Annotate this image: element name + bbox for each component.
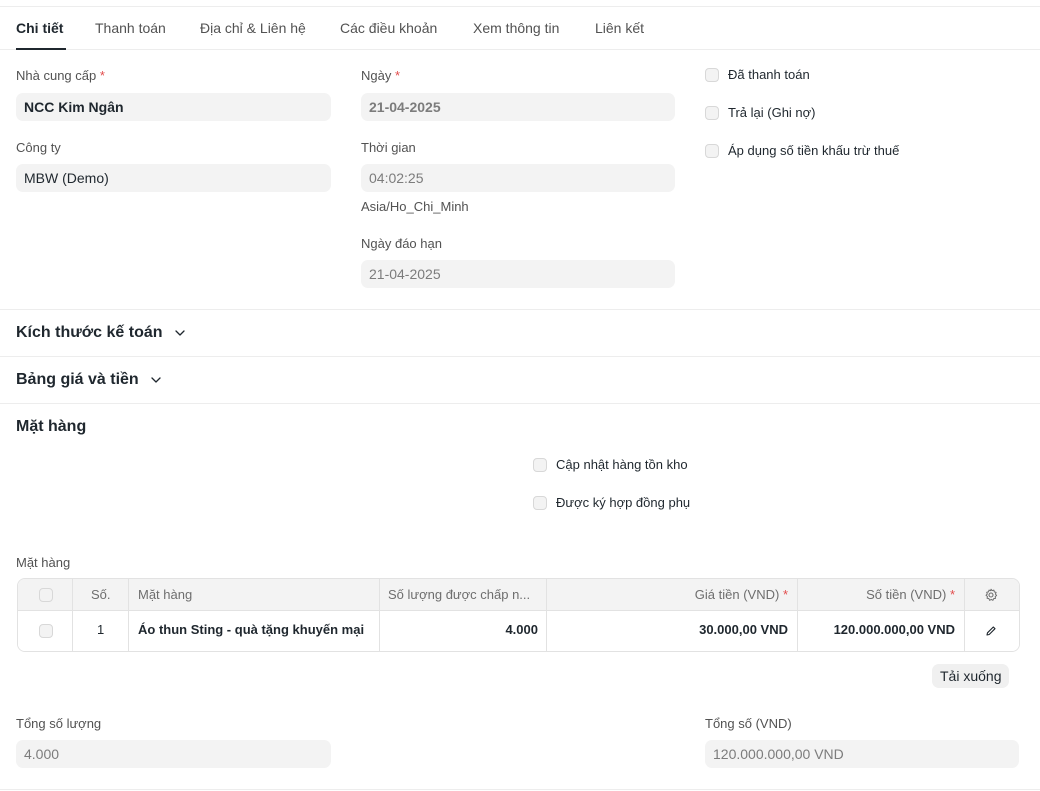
row-item-name[interactable]: Áo thun Sting - quà tặng khuyến mại [138, 622, 364, 637]
total-qty-label: Tổng số lượng [16, 716, 102, 731]
tab-connections[interactable]: Liên kết [595, 20, 644, 36]
row-select-checkbox[interactable] [39, 624, 53, 638]
is-paid-label: Đã thanh toán [728, 67, 810, 82]
company-field[interactable]: MBW (Demo) [16, 164, 331, 192]
due-date-label: Ngày đáo hạn [361, 236, 442, 251]
is-return-checkbox-row[interactable]: Trả lại (Ghi nợ) [705, 105, 816, 120]
tab-terms[interactable]: Các điều khoản [340, 20, 437, 36]
header-amount: Số tiền (VND) * [866, 587, 955, 602]
tab-address-contact[interactable]: Địa chỉ & Liên hệ [200, 20, 306, 36]
header-no: Số. [91, 587, 111, 602]
items-table-label: Mặt hàng [16, 555, 71, 570]
timezone-hint: Asia/Ho_Chi_Minh [361, 199, 469, 214]
column-divider [72, 579, 73, 651]
is-return-checkbox[interactable] [705, 105, 719, 120]
form-tabs: Chi tiết Thanh toán Địa chỉ & Liên hệ Cá… [0, 7, 1040, 50]
chevron-down-icon [151, 377, 161, 383]
header-item: Mặt hàng [138, 587, 193, 602]
tab-details[interactable]: Chi tiết [16, 20, 63, 36]
tab-more-info[interactable]: Xem thông tin [473, 20, 559, 36]
subcontracted-label: Được ký hợp đồng phụ [556, 495, 691, 510]
subcontracted-checkbox-row[interactable]: Được ký hợp đồng phụ [533, 495, 690, 510]
date-field[interactable]: 21-04-2025 [361, 93, 675, 121]
row-accepted-qty[interactable]: 4.000 [388, 622, 538, 637]
update-stock-checkbox[interactable] [533, 457, 547, 472]
column-divider [797, 579, 798, 651]
select-all-checkbox[interactable] [39, 588, 53, 602]
tab-payments[interactable]: Thanh toán [95, 20, 166, 36]
is-paid-checkbox-row[interactable]: Đã thanh toán [705, 67, 810, 82]
items-section-title: Mặt hàng [16, 418, 87, 435]
header-accepted-qty: Số lượng được chấp n... [388, 587, 531, 602]
total-amount-field[interactable]: 120.000.000,00 VND [705, 740, 1019, 768]
row-amount[interactable]: 120.000.000,00 VND [798, 622, 955, 637]
accounting-dimensions-title: Kích thước kế toán [16, 324, 163, 341]
edit-pencil-icon[interactable] [985, 625, 997, 637]
chevron-down-icon [174, 330, 185, 336]
price-list-title: Bảng giá và tiền [16, 371, 139, 388]
subcontracted-checkbox[interactable] [533, 495, 547, 510]
items-table: Số. Mặt hàng Số lượng được chấp n... Giá… [17, 578, 1020, 652]
header-rate: Giá tiền (VND) * [694, 587, 788, 602]
download-button[interactable]: Tải xuống [932, 664, 1010, 688]
settings-gear-icon[interactable] [984, 588, 998, 602]
total-qty-field[interactable]: 4.000 [16, 740, 331, 768]
time-field[interactable]: 04:02:25 [361, 164, 675, 192]
price-list-section[interactable]: Bảng giá và tiền [16, 371, 163, 389]
total-amount-label: Tổng số (VND) [705, 716, 792, 731]
column-divider [128, 579, 129, 651]
column-divider [964, 579, 965, 651]
time-label: Thời gian [361, 140, 416, 155]
section-divider [0, 403, 1040, 404]
supplier-label: Nhà cung cấp * [16, 68, 105, 83]
company-label: Công ty [16, 140, 61, 155]
active-tab-indicator [16, 48, 66, 50]
supplier-field[interactable]: NCC Kim Ngân [16, 93, 331, 121]
column-divider [546, 579, 547, 651]
update-stock-label: Cập nhật hàng tồn kho [556, 457, 688, 472]
date-label: Ngày * [361, 68, 401, 83]
is-return-label: Trả lại (Ghi nợ) [728, 105, 816, 120]
purchase-invoice-form: Chi tiết Thanh toán Địa chỉ & Liên hệ Cá… [0, 0, 1040, 791]
column-divider [379, 579, 380, 651]
accounting-dimensions-section[interactable]: Kích thước kế toán [16, 324, 187, 342]
table-row[interactable]: 1 Áo thun Sting - quà tặng khuyến mại 4.… [18, 611, 1019, 651]
section-divider [0, 789, 1040, 790]
section-divider [0, 309, 1040, 310]
is-paid-checkbox[interactable] [705, 67, 719, 82]
tax-withholding-checkbox[interactable] [705, 143, 719, 158]
due-date-field[interactable]: 21-04-2025 [361, 260, 675, 288]
tax-withholding-label: Áp dụng số tiền khấu trừ thuế [728, 143, 900, 158]
row-rate[interactable]: 30.000,00 VND [548, 622, 788, 637]
table-header-row: Số. Mặt hàng Số lượng được chấp n... Giá… [18, 579, 1019, 611]
row-no: 1 [97, 622, 105, 637]
update-stock-checkbox-row[interactable]: Cập nhật hàng tồn kho [533, 457, 688, 472]
section-divider [0, 356, 1040, 357]
tax-withholding-checkbox-row[interactable]: Áp dụng số tiền khấu trừ thuế [705, 143, 899, 158]
